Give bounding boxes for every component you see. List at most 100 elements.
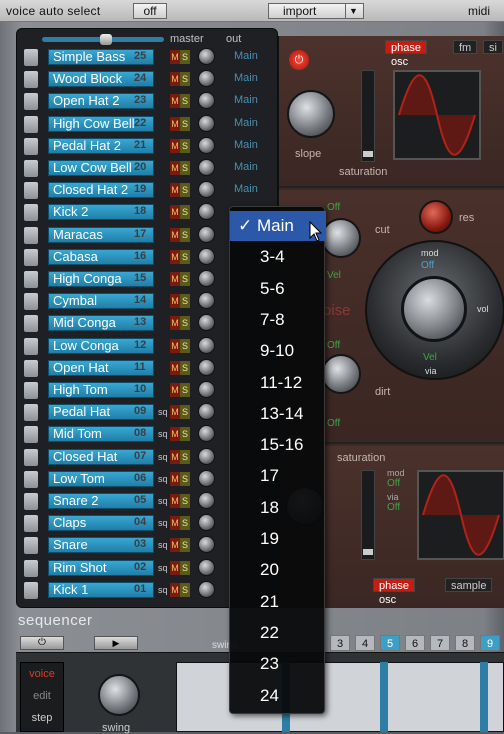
solo-button[interactable]: S	[180, 516, 190, 531]
solo-button[interactable]: S	[180, 249, 190, 264]
pan-knob[interactable]	[198, 292, 215, 310]
menu-item-19[interactable]: 19	[230, 524, 326, 554]
output-select[interactable]: Main	[234, 50, 258, 62]
swing-knob[interactable]	[98, 674, 140, 716]
solo-button[interactable]: S	[180, 138, 190, 153]
voice-select-handle[interactable]	[24, 293, 38, 311]
step-5[interactable]: 5	[380, 635, 400, 651]
pan-knob[interactable]	[198, 203, 215, 221]
voice-row[interactable]: Low Cow Bell 20 M S Main	[22, 157, 268, 179]
dirt-knob[interactable]	[321, 354, 361, 394]
menu-item-15-16[interactable]: 15-16	[230, 430, 326, 460]
solo-button[interactable]: S	[180, 582, 190, 597]
slope-knob[interactable]	[287, 90, 335, 138]
pan-knob[interactable]	[198, 514, 215, 532]
solo-button[interactable]: S	[180, 94, 190, 109]
output-select[interactable]: Main	[234, 117, 258, 129]
voice-select-handle[interactable]	[24, 71, 38, 89]
mute-button[interactable]: M	[170, 338, 180, 353]
pan-knob[interactable]	[198, 358, 215, 376]
pan-knob[interactable]	[198, 403, 215, 421]
menu-item-5-6[interactable]: 5-6	[230, 274, 326, 304]
mute-button[interactable]: M	[170, 449, 180, 464]
step-8[interactable]: 8	[455, 635, 475, 651]
pan-knob[interactable]	[198, 70, 215, 88]
solo-button[interactable]: S	[180, 50, 190, 64]
mute-button[interactable]: M	[170, 427, 180, 442]
voice-select-handle[interactable]	[24, 581, 38, 599]
voice-select-handle[interactable]	[24, 448, 38, 466]
power-icon[interactable]: ⏻	[289, 50, 309, 70]
fader-cap-2[interactable]	[363, 549, 373, 555]
voice-select-handle[interactable]	[24, 470, 38, 488]
solo-button[interactable]: S	[180, 471, 190, 486]
pan-knob[interactable]	[198, 225, 215, 243]
step-6[interactable]: 6	[405, 635, 425, 651]
voice-select-handle[interactable]	[24, 226, 38, 244]
pan-knob[interactable]	[198, 92, 215, 110]
output-select[interactable]: Main	[234, 94, 258, 106]
mute-button[interactable]: M	[170, 316, 180, 331]
mute-button[interactable]: M	[170, 471, 180, 486]
voice-auto-select-button[interactable]: off	[133, 3, 167, 19]
mute-button[interactable]: M	[170, 249, 180, 264]
voice-select-handle[interactable]	[24, 559, 38, 577]
saturation-fader-2[interactable]	[361, 470, 375, 560]
solo-button[interactable]: S	[180, 316, 190, 331]
solo-button[interactable]: S	[180, 161, 190, 175]
solo-button[interactable]: S	[180, 560, 190, 575]
import-menu[interactable]: import ▼	[268, 3, 364, 19]
voice-row[interactable]: Wood Block 24 M S Main	[22, 68, 268, 90]
solo-button[interactable]: S	[180, 338, 190, 353]
velocity-bar[interactable]	[380, 662, 388, 732]
solo-button[interactable]: S	[180, 405, 190, 420]
mute-button[interactable]: M	[170, 161, 180, 175]
slider-handle[interactable]	[100, 34, 112, 45]
step-7[interactable]: 7	[430, 635, 450, 651]
voice-select-handle[interactable]	[24, 337, 38, 355]
solo-button[interactable]: S	[180, 205, 190, 220]
voice-select-handle[interactable]	[24, 426, 38, 444]
mute-button[interactable]: M	[170, 538, 180, 553]
voice-select-handle[interactable]	[24, 182, 38, 200]
voice-row[interactable]: Pedal Hat 2 21 M S Main	[22, 135, 268, 157]
voice-select-handle[interactable]	[24, 404, 38, 422]
solo-button[interactable]: S	[180, 449, 190, 464]
mute-button[interactable]: M	[170, 560, 180, 575]
pan-knob[interactable]	[198, 247, 215, 265]
tab-sample[interactable]: sample	[445, 578, 493, 592]
mode-edit[interactable]: edit	[21, 685, 63, 707]
voice-row[interactable]: Closed Hat 2 19 M S Main	[22, 179, 268, 201]
voice-select-handle[interactable]	[24, 93, 38, 111]
mode-voice[interactable]: voice	[21, 663, 63, 685]
voice-select-handle[interactable]	[24, 537, 38, 555]
solo-button[interactable]: S	[180, 538, 190, 553]
solo-button[interactable]: S	[180, 272, 190, 286]
filter-inner-knob[interactable]	[401, 276, 467, 342]
solo-button[interactable]: S	[180, 116, 190, 131]
tab-si[interactable]: si	[483, 40, 503, 54]
menu-item-11-12[interactable]: 11-12	[230, 368, 326, 398]
solo-button[interactable]: S	[180, 360, 190, 375]
mute-button[interactable]: M	[170, 72, 180, 87]
voice-select-handle[interactable]	[24, 204, 38, 222]
mute-button[interactable]: M	[170, 294, 180, 309]
mute-button[interactable]: M	[170, 227, 180, 242]
voice-row[interactable]: Open Hat 2 23 M S Main	[22, 90, 268, 112]
menu-item-24[interactable]: 24	[230, 681, 326, 711]
res-knob[interactable]	[419, 200, 453, 234]
mute-button[interactable]: M	[170, 205, 180, 220]
mode-step[interactable]: step	[21, 707, 63, 729]
pan-knob[interactable]	[198, 159, 215, 176]
tab-fm[interactable]: fm	[453, 40, 478, 54]
output-select[interactable]: Main	[234, 72, 258, 84]
pan-knob[interactable]	[198, 447, 215, 465]
mute-button[interactable]: M	[170, 360, 180, 375]
solo-button[interactable]: S	[180, 494, 190, 508]
voice-select-handle[interactable]	[24, 137, 38, 155]
solo-button[interactable]: S	[180, 227, 190, 242]
tab-phase-osc-bottom[interactable]: phase osc	[373, 578, 415, 606]
play-button[interactable]: ▶	[94, 636, 138, 650]
solo-button[interactable]: S	[180, 294, 190, 309]
menu-item-3-4[interactable]: 3-4	[230, 242, 326, 272]
